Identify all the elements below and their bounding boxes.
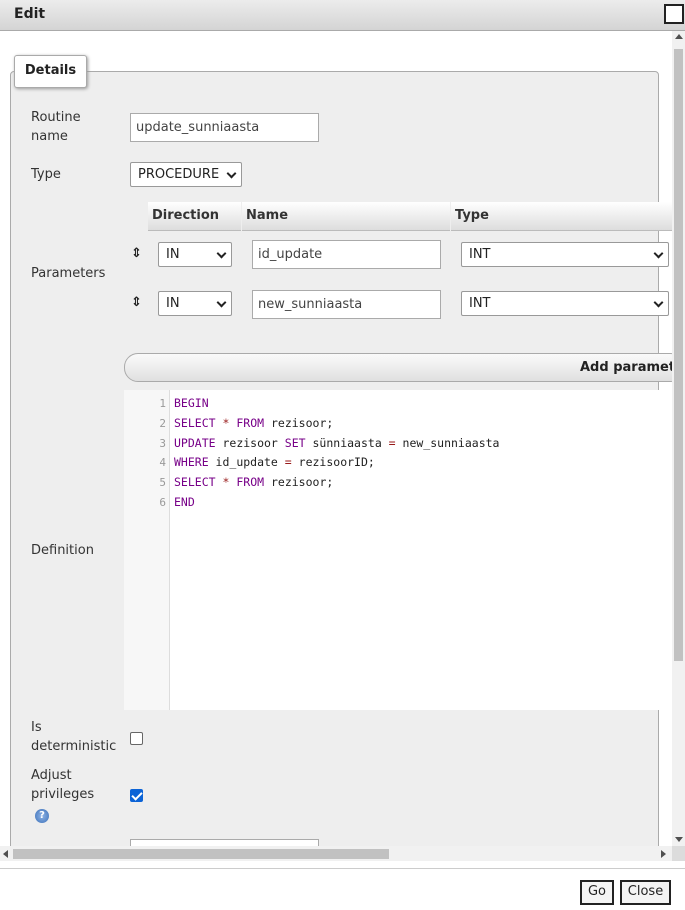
type-select-value: PROCEDURE xyxy=(138,167,220,182)
line-number: 4 xyxy=(159,456,166,469)
scroll-down-arrow-icon[interactable] xyxy=(675,837,683,842)
adjust-privileges-checkbox[interactable] xyxy=(130,789,143,802)
dialog-footer: Go Close xyxy=(0,868,685,910)
code-line: BEGIN xyxy=(174,396,209,410)
param-name-input[interactable]: new_sunniaasta xyxy=(252,290,441,319)
chevron-down-icon xyxy=(216,248,227,259)
scroll-left-arrow-icon[interactable] xyxy=(3,850,8,858)
param-header-direction: Direction xyxy=(148,202,241,231)
type-label: Type xyxy=(31,167,61,182)
routine-name-input[interactable]: update_sunniaasta xyxy=(130,113,319,142)
param-name-input[interactable]: id_update xyxy=(252,240,441,269)
go-button[interactable]: Go xyxy=(580,880,614,905)
scrollbar-corner xyxy=(672,846,685,861)
code-line: WHERE id_update = rezisoorID; xyxy=(174,455,375,469)
code-line: SELECT * FROM rezisoor; xyxy=(174,416,334,430)
add-parameter-label: Add parameter xyxy=(580,360,672,375)
code-line: UPDATE rezisoor SET sünniaasta = new_sun… xyxy=(174,436,500,450)
vertical-scrollbar[interactable] xyxy=(672,31,685,846)
line-number: 6 xyxy=(159,496,166,509)
drag-handle-icon[interactable]: ⇕ xyxy=(131,295,142,310)
param-direction-select[interactable]: IN xyxy=(158,291,232,316)
next-field-input[interactable] xyxy=(130,839,319,846)
param-header-type: Type xyxy=(451,202,672,231)
chevron-down-icon xyxy=(653,248,664,259)
help-icon[interactable]: ? xyxy=(35,809,49,823)
code-line: SELECT * FROM rezisoor; xyxy=(174,475,334,489)
line-number: 5 xyxy=(159,476,166,489)
scroll-up-arrow-icon[interactable] xyxy=(675,34,683,39)
param-type-select[interactable]: INT xyxy=(461,291,669,316)
horizontal-scroll-thumb[interactable] xyxy=(13,849,389,859)
line-number: 2 xyxy=(159,417,166,430)
definition-label: Definition xyxy=(31,543,94,558)
details-legend: Details xyxy=(14,55,87,88)
chevron-down-icon xyxy=(216,297,227,308)
maximize-button[interactable] xyxy=(664,4,684,24)
dialog-content: Details Routine name update_sunniaasta T… xyxy=(0,31,672,846)
is-deterministic-label: Is deterministic xyxy=(31,720,117,754)
chevron-down-icon xyxy=(226,168,237,179)
param-type-select[interactable]: INT xyxy=(461,242,669,267)
dialog-titlebar[interactable]: Edit xyxy=(0,0,685,31)
add-parameter-button[interactable]: Add parameter xyxy=(124,353,672,382)
drag-handle-icon[interactable]: ⇕ xyxy=(131,246,142,261)
edit-dialog: Edit Details Routine name update_sunniaa… xyxy=(0,0,685,910)
vertical-scroll-thumb[interactable] xyxy=(674,49,683,661)
type-select[interactable]: PROCEDURE xyxy=(130,162,242,187)
routine-name-label: Routine name xyxy=(31,110,81,144)
parameters-label: Parameters xyxy=(31,266,106,281)
dialog-title: Edit xyxy=(14,6,46,22)
chevron-down-icon xyxy=(653,297,664,308)
horizontal-scrollbar[interactable] xyxy=(0,846,672,861)
line-number-gutter: 1 2 3 4 5 6 xyxy=(124,390,170,710)
is-deterministic-checkbox[interactable] xyxy=(130,732,143,745)
param-header-name: Name xyxy=(242,202,450,231)
definition-editor[interactable]: 1 2 3 4 5 6 BEGIN SELECT * FROM rezisoor… xyxy=(124,390,672,710)
line-number: 3 xyxy=(159,437,166,450)
scroll-right-arrow-icon[interactable] xyxy=(661,850,666,858)
adjust-privileges-label: Adjust privileges xyxy=(31,768,95,802)
close-button[interactable]: Close xyxy=(620,880,671,905)
param-direction-select[interactable]: IN xyxy=(158,242,232,267)
line-number: 1 xyxy=(159,397,166,410)
code-line: END xyxy=(174,495,195,509)
